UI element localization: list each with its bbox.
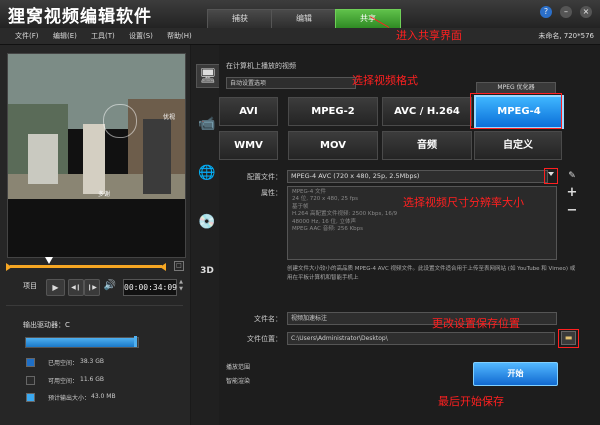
share-category-strip bbox=[191, 45, 219, 425]
prev-frame-button[interactable]: ◀❙ bbox=[68, 279, 84, 296]
preview-person-2 bbox=[83, 124, 105, 194]
legend-used-swatch bbox=[26, 358, 35, 367]
tab-share[interactable]: 共享 bbox=[335, 9, 401, 28]
property-line: H.264 高配置文件视频: 2500 Kbps, 16/9 bbox=[292, 211, 398, 218]
computer-icon[interactable]: 🖥 bbox=[196, 64, 220, 88]
video-preview[interactable]: 多谢 优视 bbox=[7, 53, 186, 258]
legend-free-swatch bbox=[26, 376, 35, 385]
tab-edit[interactable]: 编辑 bbox=[271, 9, 337, 28]
menu-tools[interactable]: 工具(T) bbox=[91, 31, 115, 41]
profile-dropdown-highlight bbox=[544, 168, 558, 184]
timeline-range bbox=[10, 265, 162, 268]
camera-icon[interactable]: 📹 bbox=[196, 113, 218, 135]
legend-output-value: 43.0 MB bbox=[91, 393, 116, 400]
disc-icon[interactable]: 💿 bbox=[196, 211, 218, 233]
format-h264-button[interactable]: AVC / H.264 bbox=[382, 97, 472, 126]
section-title: 在计算机上播放的视频 bbox=[226, 62, 296, 70]
profile-select[interactable]: MPEG-4 AVC (720 x 480, 25p, 2.5Mbps) bbox=[287, 170, 548, 183]
option-play-range[interactable]: 播放范围 bbox=[226, 362, 250, 371]
annotation-finally-save: 最后开始保存 bbox=[438, 395, 504, 408]
minimize-button[interactable]: – bbox=[560, 6, 572, 18]
format-wmv-button[interactable]: WMV bbox=[219, 131, 278, 160]
annotation-choose-format: 选择视频格式 bbox=[352, 74, 418, 87]
annotation-choose-size: 选择视频尺寸分辨率大小 bbox=[403, 196, 524, 209]
profile-description: 创建文件大小较小的高品质 MPEG-4 AVC 视频文件。此设置文件适合用于上传… bbox=[287, 266, 576, 281]
menu-help[interactable]: 帮助(H) bbox=[167, 31, 192, 41]
legend-output-swatch bbox=[26, 393, 35, 402]
annotation-enter-share: 进入共享界面 bbox=[396, 29, 462, 42]
option-smart-render[interactable]: 智能渲染 bbox=[226, 376, 250, 385]
profile-label: 配置文件： bbox=[247, 173, 282, 181]
next-frame-button[interactable]: ❙▶ bbox=[84, 279, 100, 296]
legend-free-label: 可用空间： bbox=[48, 378, 79, 385]
project-label: 项目 bbox=[23, 282, 37, 290]
format-mpeg2-button[interactable]: MPEG-2 bbox=[288, 97, 378, 126]
trim-start-handle[interactable] bbox=[6, 263, 12, 271]
format-audio-button[interactable]: 音频 bbox=[382, 131, 472, 160]
globe-icon[interactable]: 🌐 bbox=[196, 162, 218, 184]
preview-circle bbox=[103, 104, 137, 138]
drive-usage-fill bbox=[26, 338, 134, 347]
preview-watermark: 优视 bbox=[163, 114, 176, 121]
close-button[interactable]: × bbox=[580, 6, 592, 18]
properties-label: 属性： bbox=[261, 189, 282, 197]
menu-settings[interactable]: 设置(S) bbox=[129, 31, 153, 41]
timecode-stepper[interactable]: ▲ ▼ bbox=[177, 279, 185, 294]
legend-free-value: 11.6 GB bbox=[80, 376, 105, 383]
legend-used-label: 已用空间： bbox=[48, 360, 79, 367]
tab-capture[interactable]: 捕获 bbox=[207, 9, 273, 28]
location-input[interactable]: C:\Users\Administrator\Desktop\ bbox=[287, 332, 555, 345]
project-info: 未命名, 720*576 bbox=[538, 32, 594, 40]
property-line: 48000 Hz, 16 位, 立体声 bbox=[292, 218, 357, 225]
help-icon[interactable]: ? bbox=[540, 6, 552, 18]
chevron-down-icon[interactable] bbox=[548, 172, 554, 176]
3d-icon[interactable]: 3D bbox=[196, 260, 218, 282]
play-button[interactable]: ▶ bbox=[46, 279, 65, 296]
legend-used-value: 38.3 GB bbox=[80, 358, 105, 365]
volume-icon[interactable]: 🔊 bbox=[103, 280, 117, 293]
trim-end-handle[interactable] bbox=[160, 263, 166, 271]
preview-person-1 bbox=[28, 134, 58, 184]
annotation-change-location: 更改设置保存位置 bbox=[432, 317, 520, 330]
format-avi-button[interactable]: AVI bbox=[219, 97, 278, 126]
preview-letterbox bbox=[8, 199, 185, 257]
menu-bar bbox=[0, 28, 600, 45]
expand-icon[interactable]: □ bbox=[174, 261, 184, 271]
legend-output-label: 预计输出大小： bbox=[48, 395, 91, 402]
location-label: 文件位置： bbox=[247, 335, 282, 343]
remove-profile-icon[interactable]: − bbox=[566, 204, 578, 217]
edit-profile-icon[interactable]: ✎ bbox=[566, 170, 578, 182]
property-line: MPEG AAC 音频: 256 Kbps bbox=[292, 226, 364, 233]
mpeg4-highlight bbox=[470, 93, 562, 129]
menu-edit[interactable]: 编辑(E) bbox=[53, 31, 77, 41]
drive-output-marker bbox=[134, 336, 137, 347]
start-button[interactable]: 开始 bbox=[473, 362, 558, 386]
format-mov-button[interactable]: MOV bbox=[288, 131, 378, 160]
filename-label: 文件名： bbox=[254, 315, 282, 323]
preview-person-3 bbox=[143, 119, 171, 194]
folder-icon[interactable]: ▬ bbox=[561, 331, 576, 345]
auto-settings-dropdown[interactable]: 自动设置选项 bbox=[226, 77, 356, 89]
menu-file[interactable]: 文件(F) bbox=[15, 31, 39, 41]
format-custom-button[interactable]: 自定义 bbox=[474, 131, 562, 160]
preview-subtitle: 多谢 bbox=[98, 191, 111, 198]
divider bbox=[6, 305, 183, 306]
playhead[interactable] bbox=[45, 257, 53, 264]
add-profile-icon[interactable]: + bbox=[566, 186, 578, 199]
timecode-display[interactable]: 00:00:34:09 bbox=[123, 279, 177, 296]
output-drive-label: 输出驱动器：C bbox=[23, 321, 70, 329]
app-title: 狸窝视频编辑软件 bbox=[8, 7, 152, 27]
